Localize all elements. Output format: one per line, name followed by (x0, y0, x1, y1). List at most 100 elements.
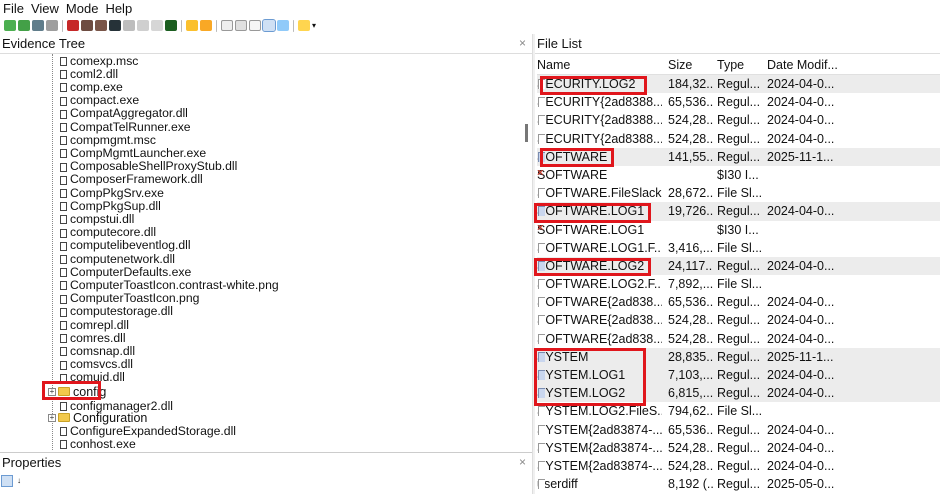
custom-content-icon[interactable] (186, 20, 198, 31)
tree-item[interactable]: computestorage.dll (58, 304, 173, 318)
tree-item[interactable]: computelibeventlog.dll (58, 238, 191, 253)
cell-text: Regul... (717, 95, 761, 110)
tree-item[interactable]: CompMgmtLauncher.exe (58, 146, 206, 160)
remove-evidence-icon[interactable] (46, 20, 58, 31)
menu-view[interactable]: View (31, 1, 59, 16)
table-row[interactable]: SOFTWARE{2ad838... 65,536... Regul... 2024-… (537, 293, 940, 311)
image-mount-icon[interactable] (32, 20, 44, 31)
cell-type: Regul... (717, 477, 764, 491)
cell-date: 2024-04-0... (767, 386, 867, 400)
table-row[interactable]: userdiff 8,192 (... Regul... 2025-05-0... (537, 475, 940, 493)
tree-item[interactable]: CompPkgSrv.exe (58, 186, 164, 200)
tree-item[interactable]: ComposerFramework.dll (58, 172, 203, 186)
export-directory-icon[interactable] (151, 20, 163, 31)
table-row[interactable]: SECURITY{2ad8388... 65,536... Regul... 2024… (537, 93, 940, 111)
tree-item[interactable]: comres.dll (58, 331, 126, 345)
table-row[interactable]: SOFTWARE.LOG1.F... 3,416,... File Sl... (537, 239, 940, 257)
help-icon[interactable] (298, 20, 310, 31)
add-all-images-icon[interactable] (18, 20, 30, 31)
file-icon (58, 228, 67, 238)
create-image-icon[interactable] (67, 20, 79, 31)
table-row[interactable]: SECURITY{2ad8388... 524,28... Regul... 2024… (537, 130, 940, 148)
table-row[interactable]: SOFTWARE.LOG1 $I30 I... (537, 221, 940, 239)
sort-alphabetical-icon[interactable]: ↓ (14, 476, 24, 486)
tree-item[interactable]: ComputerDefaults.exe (58, 265, 191, 279)
dropdown-arrow-icon[interactable]: ▾ (312, 20, 318, 31)
hex-view-icon[interactable] (235, 20, 247, 31)
column-header-type[interactable]: Type (717, 58, 764, 72)
table-row[interactable]: SOFTWARE{2ad838... 524,28... Regul... 2024-… (537, 330, 940, 348)
table-row[interactable]: SYSTEM{2ad83874-... 524,28... Regul... 2024… (537, 457, 940, 475)
menu-file[interactable]: File (3, 1, 24, 16)
expand-plus-icon[interactable]: + (48, 413, 56, 422)
column-header-size[interactable]: Size (668, 58, 713, 72)
file-icon (58, 201, 67, 212)
tree-item[interactable]: ComputerToastIcon.png (58, 291, 199, 305)
column-header-date[interactable]: Date Modif... (767, 58, 867, 72)
file-icon (537, 406, 545, 417)
cell-name: SOFTWARE (537, 168, 662, 182)
file-icon (537, 424, 545, 435)
obtain-protected-files-icon[interactable] (95, 20, 107, 31)
column-header-name[interactable]: Name (537, 58, 662, 72)
cell-text: SYSTEM{2ad83874-... (537, 422, 662, 437)
cell-size: 3,416,... (668, 241, 713, 255)
properties-toolbar: ↓ (0, 474, 532, 488)
tree-item[interactable]: ComposableShellProxyStub.dll (58, 159, 237, 173)
scrollbar-thumb[interactable] (525, 124, 528, 142)
tree-item[interactable]: CompatTelRunner.exe (58, 120, 191, 134)
table-row[interactable]: SYSTEM{2ad83874-... 524,28... Regul... 2024… (537, 439, 940, 457)
tree-item[interactable]: compstui.dll (58, 212, 134, 226)
folder-open-icon[interactable] (200, 20, 212, 31)
tree-item[interactable]: comsvcs.dll (58, 357, 133, 371)
deleted-file-icon (537, 170, 545, 180)
file-icon (58, 175, 67, 185)
menu-mode[interactable]: Mode (66, 1, 99, 16)
table-row[interactable]: SECURITY{2ad8388... 524,28... Regul... 2024… (537, 111, 940, 129)
tree-item[interactable]: CompPkgSup.dll (58, 199, 161, 213)
tree-item[interactable]: compact.exe (58, 93, 139, 107)
tree-item[interactable]: ConfigureExpandedStorage.dll (58, 424, 236, 438)
evidence-tree-scrollbar[interactable] (522, 54, 532, 450)
tree-item[interactable]: coml2.dll (58, 67, 118, 81)
cell-text: 524,28... (668, 331, 713, 346)
tree-item[interactable]: CompatAggregator.dll (58, 106, 188, 120)
tree-item[interactable]: comsnap.dll (58, 344, 135, 358)
natural-view-icon[interactable] (249, 20, 261, 31)
table-row[interactable]: SOFTWARE $I30 I... (537, 166, 940, 184)
table-row[interactable]: SOFTWARE.FileSlack 28,672... File Sl... (537, 184, 940, 202)
file-icon (58, 188, 67, 199)
cell-text: File Sl... (717, 277, 763, 292)
auto-view-icon[interactable] (262, 19, 276, 32)
cell-text: SOFTWARE{2ad838... (537, 295, 662, 310)
close-icon[interactable]: × (519, 455, 526, 469)
table-row[interactable]: SOFTWARE.LOG2.F... 7,892,... File Sl... (537, 275, 940, 293)
file-icon (58, 439, 67, 450)
highlight-software-log2 (534, 258, 651, 276)
table-row[interactable]: SYSTEM{2ad83874-... 65,536... Regul... 2024… (537, 421, 940, 439)
tree-item[interactable]: comp.exe (58, 80, 123, 94)
tree-item[interactable]: conhost.exe (58, 437, 136, 450)
tree-item-label: computelibeventlog.dll (70, 238, 191, 253)
tree-item[interactable]: comrepl.dll (58, 318, 129, 332)
cell-type: Regul... (717, 150, 764, 164)
add-evidence-icon[interactable] (4, 20, 16, 31)
export-hash-icon[interactable] (137, 20, 149, 31)
menu-help[interactable]: Help (105, 1, 132, 16)
tree-item[interactable]: comexp.msc (58, 54, 138, 68)
file-list-view-icon[interactable] (277, 20, 289, 31)
table-row[interactable]: SOFTWARE{2ad838... 524,28... Regul... 2024-… (537, 311, 940, 329)
detect-encryption-icon[interactable] (109, 20, 121, 31)
cell-text: Regul... (717, 149, 761, 164)
verify-drive-icon[interactable] (165, 20, 177, 31)
categorized-icon[interactable] (1, 475, 13, 487)
tree-item[interactable]: computenetwork.dll (58, 252, 175, 266)
tree-item[interactable]: compmgmt.msc (58, 133, 156, 147)
close-icon[interactable]: × (519, 36, 526, 50)
text-view-icon[interactable] (221, 20, 233, 31)
tree-folder-configuration[interactable]: + Configuration (48, 411, 147, 425)
capture-memory-icon[interactable] (81, 20, 93, 31)
tree-item[interactable]: computecore.dll (58, 225, 156, 239)
export-files-icon[interactable] (123, 20, 135, 31)
tree-item[interactable]: ComputerToastIcon.contrast-white.png (58, 278, 279, 292)
